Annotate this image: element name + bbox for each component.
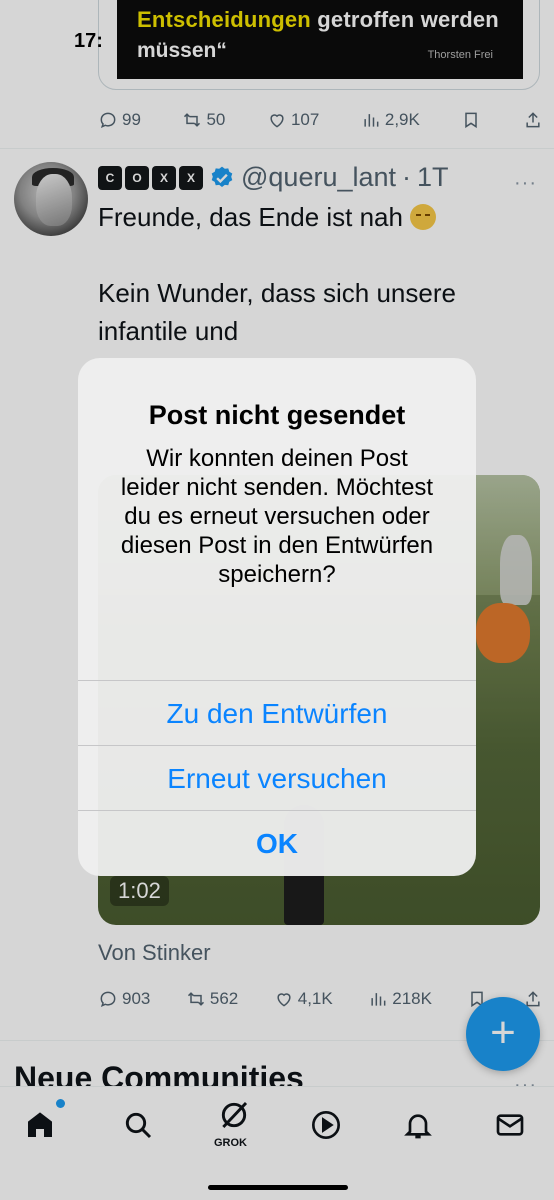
save-to-drafts-button[interactable]: Zu den Entwürfen — [78, 680, 476, 745]
alert-title: Post nicht gesendet — [148, 400, 406, 430]
alert-dialog: Post nicht gesendet Wir konnten deinen P… — [78, 358, 476, 876]
alert-message: Wir konnten deinen Post leider nicht sen… — [120, 445, 434, 588]
ok-button[interactable]: OK — [78, 810, 476, 875]
retry-button[interactable]: Erneut versuchen — [78, 745, 476, 810]
